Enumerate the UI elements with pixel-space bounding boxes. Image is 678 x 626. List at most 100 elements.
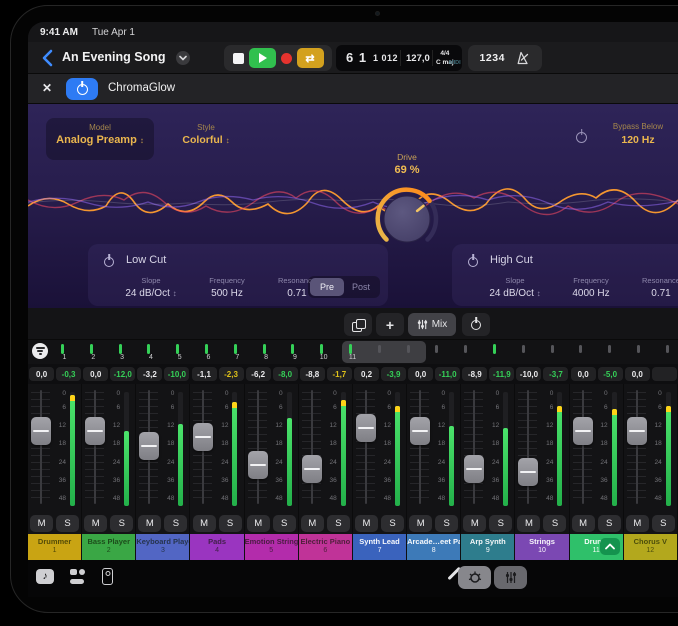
fader-handle[interactable] — [356, 414, 376, 442]
track-name-tag[interactable]: Arp Synth 9 — [461, 534, 514, 560]
lcd-display[interactable]: 6 1 1 012 127,0 4/4C maj MIDI — [336, 45, 462, 71]
solo-button[interactable]: S — [56, 515, 79, 532]
filter-icon[interactable] — [32, 343, 48, 359]
drive-knob[interactable] — [372, 184, 442, 254]
volume-value[interactable]: 0,0 — [83, 367, 108, 381]
track-name-tag[interactable]: Strings 10 — [515, 534, 568, 560]
mute-button[interactable]: M — [301, 515, 324, 532]
overview-channel-tick[interactable] — [90, 344, 93, 354]
overview-channel-tick[interactable] — [551, 345, 554, 353]
mute-button[interactable]: M — [463, 515, 486, 532]
track-name-tag[interactable]: Pads 4 — [190, 534, 243, 560]
volume-value[interactable]: -8,8 — [300, 367, 325, 381]
mute-button[interactable]: M — [409, 515, 432, 532]
volume-value[interactable]: 0,0 — [29, 367, 54, 381]
overview-channel-tick[interactable] — [666, 345, 669, 353]
solo-button[interactable]: S — [327, 515, 350, 532]
song-title[interactable]: An Evening Song — [62, 50, 165, 64]
solo-button[interactable]: S — [435, 515, 458, 532]
peak-value[interactable]: -3,7 — [543, 367, 568, 381]
peak-value[interactable]: -11,0 — [435, 367, 460, 381]
add-track-button[interactable]: + — [376, 313, 404, 336]
overview-channel-tick[interactable] — [119, 344, 122, 354]
volume-value[interactable]: 0,0 — [625, 367, 650, 381]
fader-handle[interactable] — [31, 417, 51, 445]
peak-value[interactable]: -0,3 — [56, 367, 81, 381]
loop-browser-icon[interactable]: ♪ — [36, 569, 54, 584]
high-cut-frequency[interactable]: Frequency 4000 Hz — [560, 276, 622, 299]
peak-value[interactable]: -8,0 — [273, 367, 298, 381]
close-plugin-icon[interactable]: ✕ — [42, 81, 52, 95]
high-cut-resonance[interactable]: Resonance 0.71 — [630, 276, 678, 299]
mute-button[interactable]: M — [355, 515, 378, 532]
volume-value[interactable]: -1,1 — [192, 367, 217, 381]
track-name-tag[interactable]: Arcade…eet Pad 8 — [407, 534, 460, 560]
overview-channel-tick[interactable] — [493, 344, 496, 354]
volume-value[interactable]: 0,2 — [354, 367, 379, 381]
overview-channel-tick[interactable] — [522, 345, 525, 353]
overview-channel-tick[interactable] — [320, 344, 323, 354]
stop-button[interactable] — [233, 53, 244, 64]
mute-button[interactable]: M — [30, 515, 53, 532]
fader-handle[interactable] — [85, 417, 105, 445]
track-name-tag[interactable]: Chorus V 12 — [624, 534, 677, 560]
solo-button[interactable]: S — [273, 515, 296, 532]
peak-value[interactable]: -3,9 — [381, 367, 406, 381]
track-name-tag[interactable]: Drums 11 — [570, 534, 623, 560]
mute-button[interactable]: M — [517, 515, 540, 532]
play-button[interactable] — [249, 48, 276, 68]
peak-value[interactable] — [652, 367, 677, 381]
peak-value[interactable]: -5,0 — [598, 367, 623, 381]
solo-button[interactable]: S — [381, 515, 404, 532]
fader-handle[interactable] — [302, 455, 322, 483]
overview-channel-tick[interactable] — [608, 345, 611, 353]
solo-button[interactable]: S — [543, 515, 566, 532]
overview-channel-tick[interactable] — [263, 344, 266, 354]
solo-button[interactable]: S — [598, 515, 621, 532]
duplicate-button[interactable] — [344, 313, 372, 336]
metronome-icon[interactable] — [516, 51, 530, 65]
high-cut-power-icon[interactable] — [468, 254, 478, 272]
track-name-tag[interactable]: Bass Player 2 — [82, 534, 135, 560]
fader-handle[interactable] — [410, 417, 430, 445]
mix-view-button[interactable]: Mix — [408, 313, 456, 336]
volume-value[interactable]: 0,0 — [408, 367, 433, 381]
peak-value[interactable]: -2,3 — [219, 367, 244, 381]
count-in-control[interactable]: 1234 — [468, 45, 542, 71]
controls-view-button[interactable] — [458, 566, 491, 589]
mute-button[interactable]: M — [626, 515, 649, 532]
overview-channel-tick[interactable] — [349, 344, 352, 354]
volume-value[interactable]: -10,0 — [516, 367, 541, 381]
fader-handle[interactable] — [193, 423, 213, 451]
peak-value[interactable]: -10,0 — [164, 367, 189, 381]
volume-value[interactable]: 0,0 — [571, 367, 596, 381]
volume-value[interactable]: -6,2 — [246, 367, 271, 381]
track-name-tag[interactable]: Synth Lead 7 — [353, 534, 406, 560]
mute-button[interactable]: M — [193, 515, 216, 532]
fader-handle[interactable] — [464, 455, 484, 483]
low-cut-frequency[interactable]: Frequency 500 Hz — [196, 276, 258, 299]
overview-channel-tick[interactable] — [205, 344, 208, 354]
fader-handle[interactable] — [139, 432, 159, 460]
fader-handle[interactable] — [627, 417, 647, 445]
overview-channel-tick[interactable] — [464, 345, 467, 353]
overview-channel-tick[interactable] — [407, 345, 410, 353]
solo-button[interactable]: S — [652, 515, 675, 532]
solo-button[interactable]: S — [489, 515, 512, 532]
plugin-power-button[interactable] — [66, 78, 98, 100]
cycle-button[interactable]: ⇄ — [297, 48, 324, 68]
model-selector[interactable]: Model Analog Preamp ↕ — [46, 118, 154, 160]
volume-value[interactable]: -3,2 — [137, 367, 162, 381]
overview-channel-tick[interactable] — [378, 345, 381, 353]
volume-value[interactable]: -8,9 — [462, 367, 487, 381]
overview-channel-tick[interactable] — [637, 345, 640, 353]
fader-handle[interactable] — [573, 417, 593, 445]
low-cut-slope[interactable]: Slope 24 dB/Oct ↕ — [116, 276, 186, 299]
mute-button[interactable]: M — [84, 515, 107, 532]
mute-button[interactable]: M — [138, 515, 161, 532]
overview-channel-tick[interactable] — [579, 345, 582, 353]
play-surface-icon[interactable] — [102, 568, 113, 585]
overview-channel-tick[interactable] — [61, 344, 64, 354]
fader-handle[interactable] — [248, 451, 268, 479]
plugin-tiles-icon[interactable] — [70, 569, 86, 584]
